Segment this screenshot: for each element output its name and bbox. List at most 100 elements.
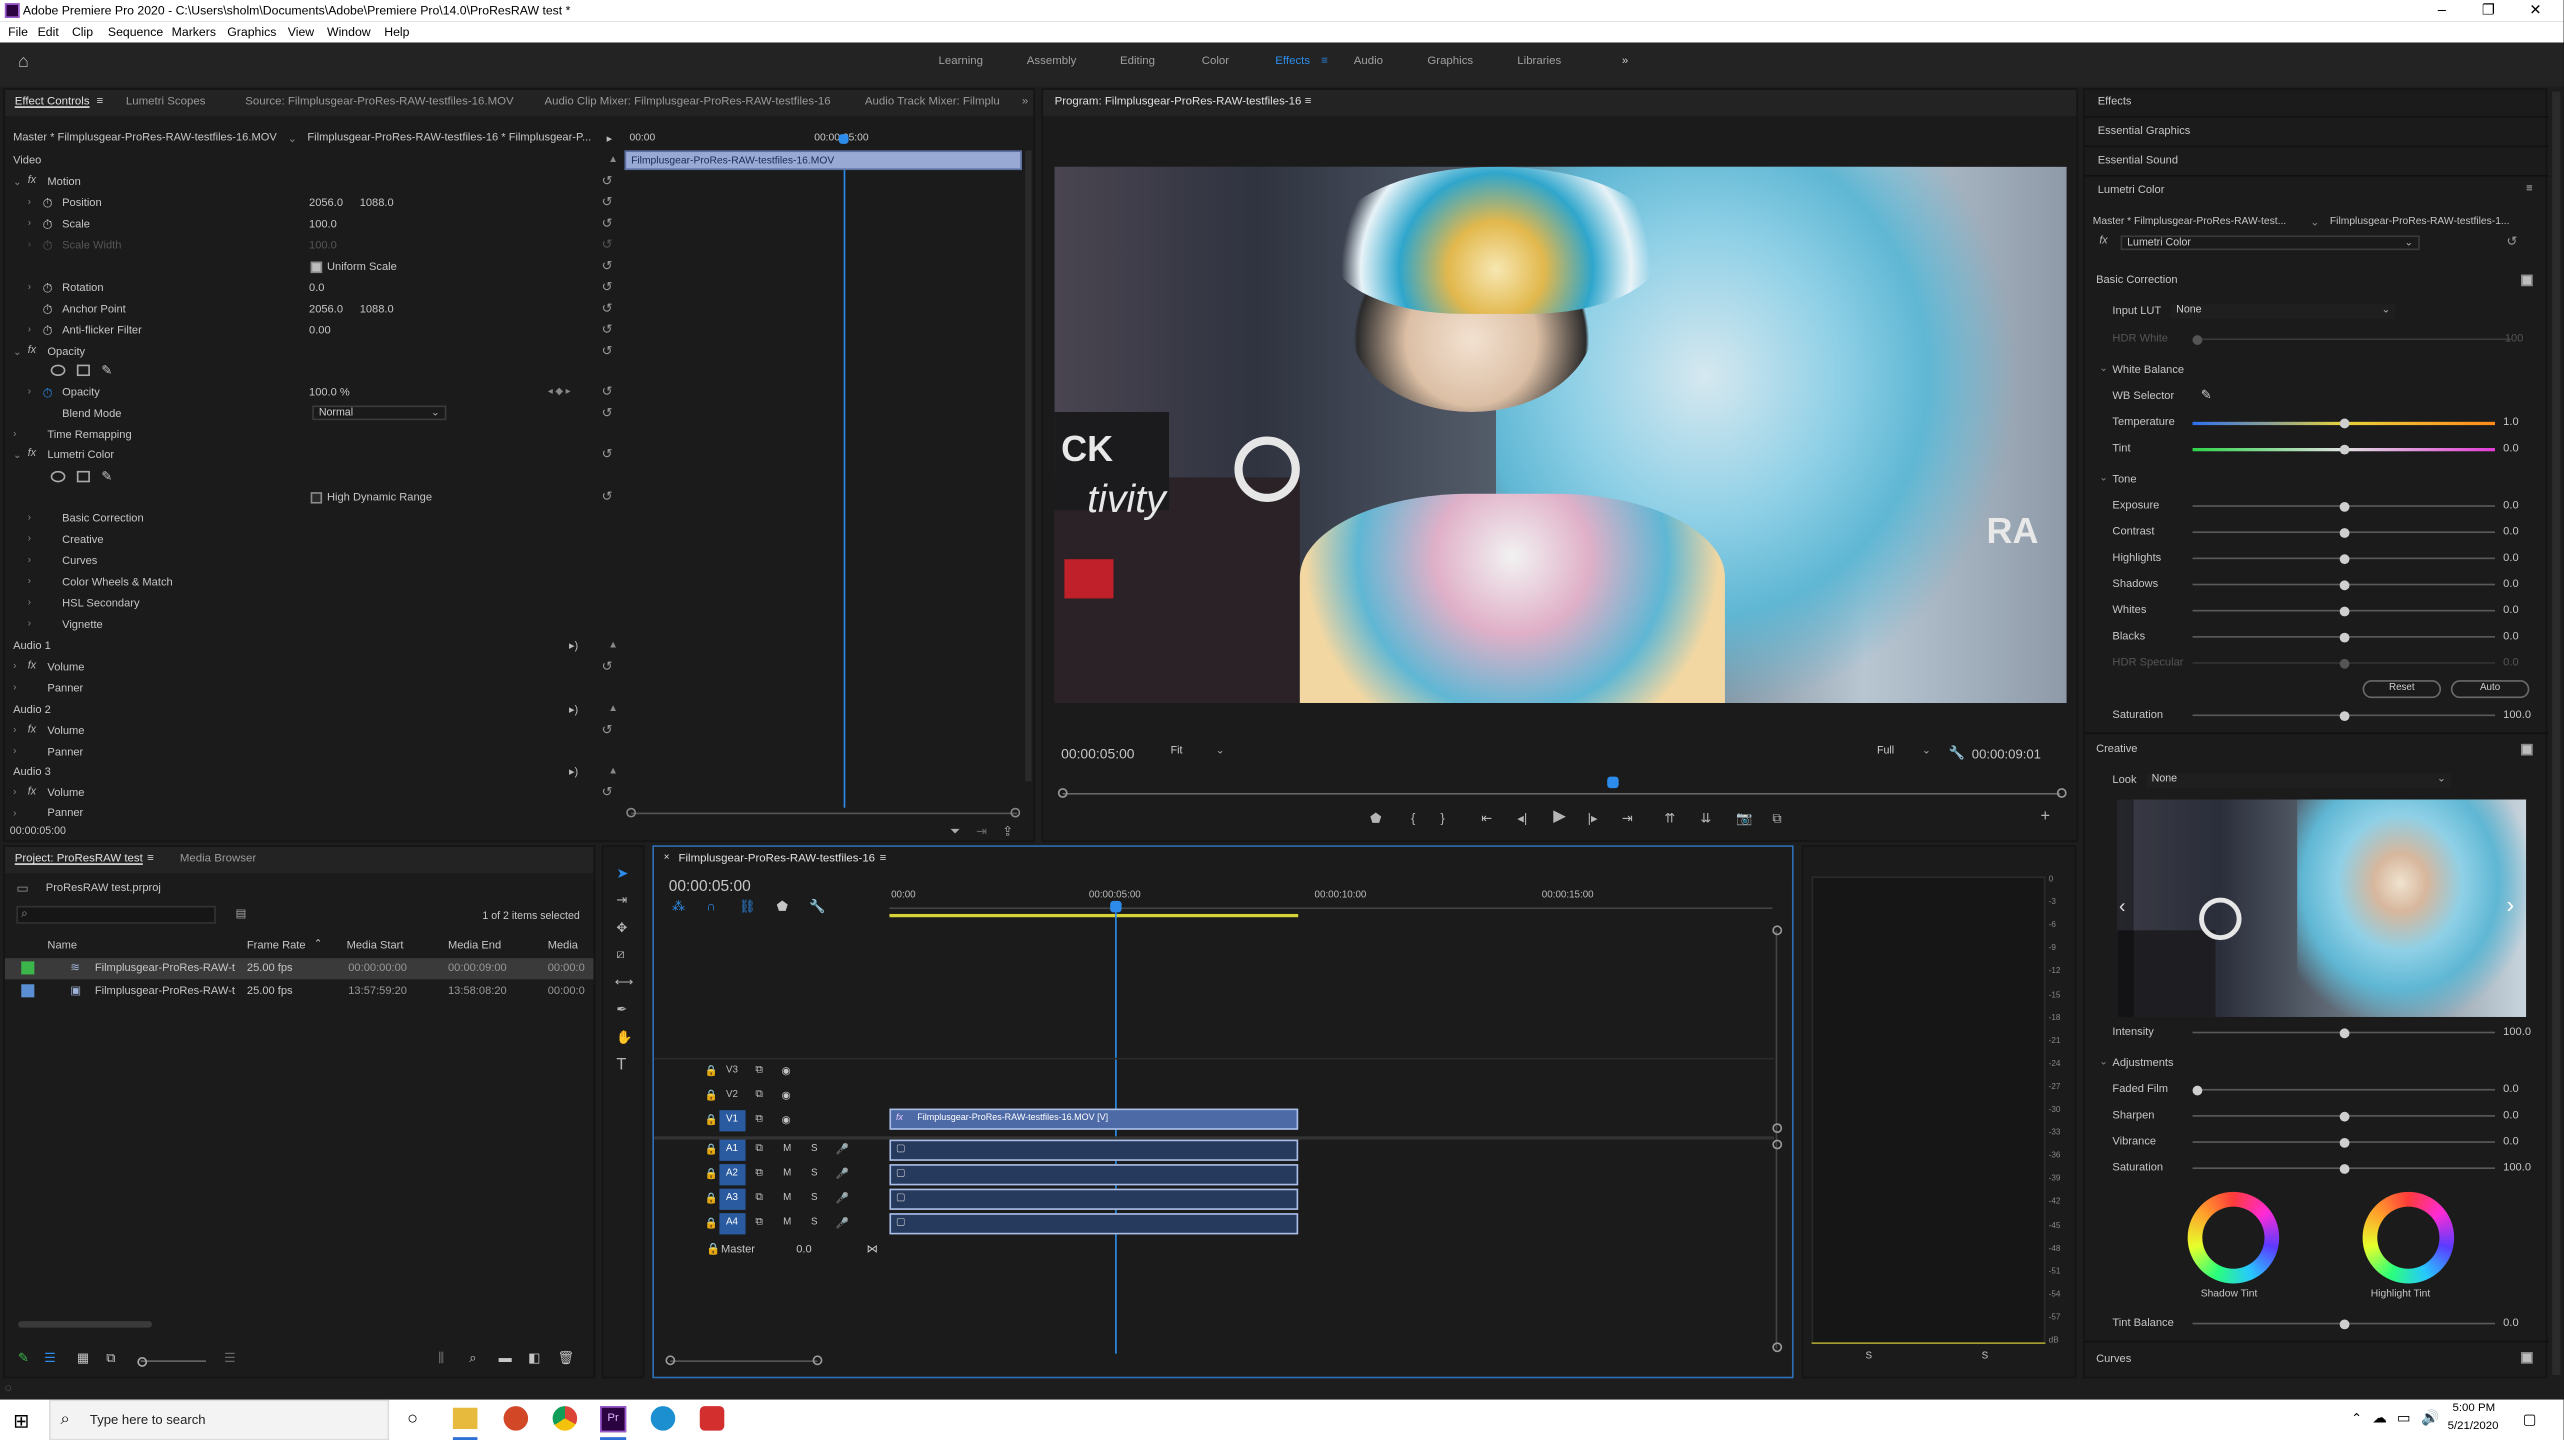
network-icon[interactable]: ▭	[2397, 1409, 2411, 1427]
tab-menu-icon[interactable]: ≡	[96, 96, 103, 107]
hand-tool-icon[interactable]: ✋	[616, 1031, 632, 1045]
fx-badge-icon[interactable]: fx	[28, 175, 36, 186]
fx-badge-icon[interactable]: fx	[28, 786, 36, 797]
position-x-value[interactable]: 2056.0	[309, 198, 343, 209]
workspace-libraries[interactable]: Libraries	[1517, 56, 1561, 67]
tone-row-value[interactable]: 0.0	[2503, 579, 2518, 590]
motion-expand-icon[interactable]: ⌄	[13, 177, 21, 188]
v-scroll-mid2-handle[interactable]	[1772, 1139, 1783, 1150]
project-row[interactable]: ▣ Filmplusgear-ProRes-RAW-t 25.00 fps 13:57…	[5, 981, 594, 1002]
reset-blend-icon[interactable]: ↺	[602, 405, 613, 420]
pencil-write-icon[interactable]: ✎	[18, 1351, 29, 1366]
adjustment-row-knob[interactable]	[2339, 1163, 2350, 1174]
curves-header[interactable]: Curves	[2096, 1354, 2131, 1365]
ec-clip-bar[interactable]: Filmplusgear-ProRes-RAW-testfiles-16.MOV	[624, 150, 1022, 171]
adjustments-header[interactable]: Adjustments	[2112, 1058, 2173, 1069]
label-color-swatch[interactable]	[21, 984, 35, 998]
notifications-icon[interactable]: ▢	[2523, 1411, 2537, 1429]
volume-icon[interactable]: 🔊	[2421, 1409, 2439, 1427]
step-back-icon[interactable]: ◂|	[1517, 812, 1527, 826]
adjustment-row-knob[interactable]	[2339, 1137, 2350, 1147]
lock-icon[interactable]: 🔒	[705, 1064, 718, 1077]
h-scroll-left-handle[interactable]	[665, 1355, 676, 1366]
look-dropdown[interactable]: None ⌄	[2146, 773, 2451, 789]
sequence-clip-label[interactable]: Filmplusgear-ProRes-RAW-testfiles-16 * F…	[307, 132, 591, 143]
ec-current-timecode[interactable]: 00:00:05:00	[10, 826, 66, 837]
menu-edit[interactable]: Edit	[38, 25, 59, 40]
new-item-icon[interactable]: ◧	[528, 1351, 540, 1366]
ec-zoom-scrollbar[interactable]	[631, 812, 1017, 815]
audio-track-header[interactable]: 🔒 A3 ⧉ M S 🎤	[654, 1188, 889, 1212]
workspace-learning[interactable]: Learning	[938, 56, 983, 67]
tone-row-knob[interactable]	[2339, 579, 2350, 590]
play-icon[interactable]: ▶	[1553, 809, 1566, 825]
solo-left-button[interactable]: S	[1866, 1352, 1873, 1362]
jump-to-end-icon[interactable]: ⋈	[867, 1243, 878, 1255]
edge-icon[interactable]	[650, 1406, 676, 1431]
lock-icon[interactable]: 🔒	[705, 1216, 718, 1229]
rotation-value[interactable]: 0.0	[309, 283, 324, 294]
nest-icon[interactable]: ⁂	[672, 899, 685, 914]
reset-volume-icon[interactable]: ↺	[602, 723, 613, 738]
collapse-up-icon[interactable]: ▲	[608, 155, 618, 165]
column-media-start[interactable]: Media Start	[347, 940, 404, 951]
solo-right-button[interactable]: S	[1982, 1352, 1989, 1362]
video-track-header[interactable]: 🔒 V1 ⧉ ◉	[654, 1110, 889, 1133]
keyframe-nav-icon[interactable]: ◂ ◆ ▸	[548, 386, 571, 397]
solo-button[interactable]: S	[811, 1169, 818, 1179]
adjustment-row-value[interactable]: 100.0	[2503, 1162, 2531, 1173]
tint-balance-value[interactable]: 0.0	[2503, 1318, 2518, 1329]
mark-in-icon[interactable]: {	[1411, 812, 1415, 826]
eyedropper-icon[interactable]: ✎	[2201, 387, 2212, 402]
hsl-secondary-item[interactable]: HSL Secondary	[62, 598, 139, 609]
audio-clip-a3[interactable]: ▢	[889, 1188, 1299, 1210]
adjustment-row-value[interactable]: 0.0	[2503, 1084, 2518, 1095]
windows-start-icon[interactable]: ⊞	[13, 1409, 29, 1432]
temperature-slider[interactable]	[2192, 417, 2496, 428]
keyframe-stopwatch-icon[interactable]: ⏱	[43, 386, 53, 402]
taskbar-search-input[interactable]: ⌕ Type here to search	[49, 1399, 390, 1440]
opacity-expand-icon[interactable]: ⌄	[13, 347, 21, 358]
v-scroll-bottom-handle[interactable]	[1772, 1342, 1783, 1353]
ellipse-mask-icon[interactable]	[50, 364, 66, 377]
tone-row-slider[interactable]	[2192, 631, 2496, 642]
step-forward-icon[interactable]: |▸	[1588, 812, 1598, 826]
go-to-in-icon[interactable]: ⇤	[1481, 812, 1492, 826]
anchor-y-value[interactable]: 1088.0	[360, 304, 394, 315]
audio-clip-a1[interactable]: ▢	[889, 1139, 1299, 1161]
tint-slider[interactable]	[2192, 443, 2496, 454]
rectangle-mask-icon[interactable]	[76, 364, 90, 377]
tab-audio-clip-mixer[interactable]: Audio Clip Mixer: Filmplusgear-ProRes-RA…	[544, 96, 830, 107]
home-icon[interactable]: ⌂	[18, 53, 29, 72]
extract-icon[interactable]: ⇊	[1700, 812, 1711, 826]
timeline-settings-wrench-icon[interactable]: 🔧	[809, 899, 825, 914]
tone-row-value[interactable]: 0.0	[2503, 500, 2518, 511]
adjustment-row-knob[interactable]	[2192, 1084, 2203, 1095]
export-frame-icon[interactable]: ⇪	[1002, 824, 1013, 839]
razor-tool-icon[interactable]: ⧄	[616, 947, 624, 961]
track-target[interactable]: V2	[719, 1086, 745, 1107]
tone-expand-icon[interactable]: ⌄	[2099, 473, 2107, 484]
speaker-icon[interactable]: ▸)	[569, 703, 578, 716]
expand-icon[interactable]: ›	[28, 577, 31, 587]
workspace-color[interactable]: Color	[1202, 56, 1229, 67]
tint-balance-slider[interactable]	[2192, 1318, 2496, 1329]
menu-file[interactable]: File	[8, 25, 28, 40]
reset-volume-icon[interactable]: ↺	[602, 785, 613, 800]
sync-lock-icon[interactable]: ⧉	[755, 1113, 763, 1126]
intensity-knob[interactable]	[2339, 1027, 2350, 1038]
menu-clip[interactable]: Clip	[72, 25, 93, 40]
tone-row-slider[interactable]	[2192, 553, 2496, 564]
workspace-graphics[interactable]: Graphics	[1427, 56, 1473, 67]
reset-effect-icon[interactable]: ↺	[2506, 234, 2517, 249]
tone-row-knob[interactable]	[2339, 553, 2350, 564]
column-frame-rate[interactable]: Frame Rate	[247, 940, 306, 951]
eye-icon[interactable]: ◉	[782, 1113, 791, 1126]
track-target[interactable]: A3	[719, 1188, 746, 1210]
sync-lock-icon[interactable]: ⧉	[755, 1143, 763, 1156]
export-clip-icon[interactable]: ⇥	[976, 824, 987, 839]
creative-header[interactable]: Creative	[2096, 744, 2137, 755]
fx-badge-icon[interactable]: fx	[2099, 235, 2107, 246]
ec-scrollbar[interactable]	[1025, 150, 1032, 782]
lumetri-menu-icon[interactable]: ≡	[2526, 183, 2532, 194]
